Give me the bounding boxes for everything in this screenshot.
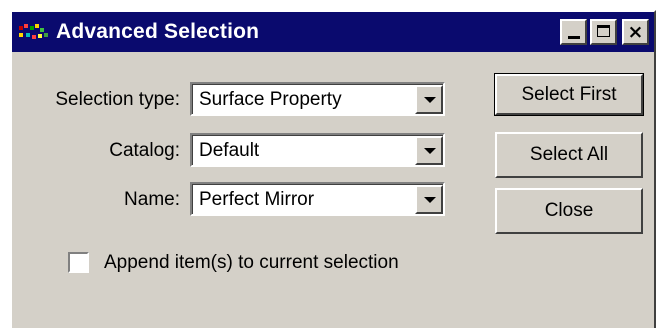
minimize-icon <box>568 36 580 39</box>
append-checkbox-label: Append item(s) to current selection <box>104 252 399 273</box>
advanced-selection-dialog: Advanced Selection × Selection type: Sur… <box>10 10 656 328</box>
app-icon <box>19 24 48 39</box>
name-value: Perfect Mirror <box>199 189 315 210</box>
close-window-button[interactable]: × <box>622 19 649 45</box>
title-bar[interactable]: Advanced Selection × <box>12 12 654 52</box>
catalog-select[interactable]: Default <box>190 133 445 167</box>
catalog-dropdown-button[interactable] <box>415 136 443 165</box>
window-title: Advanced Selection <box>56 20 260 43</box>
name-dropdown-button[interactable] <box>415 185 443 214</box>
selection-type-label: Selection type: <box>55 89 180 110</box>
close-button[interactable]: Close <box>495 188 643 234</box>
chevron-down-icon <box>424 148 436 154</box>
catalog-label: Catalog: <box>109 140 180 161</box>
select-first-button[interactable]: Select First <box>494 73 644 116</box>
maximize-icon <box>597 25 610 37</box>
name-select[interactable]: Perfect Mirror <box>190 182 445 216</box>
append-checkbox[interactable] <box>68 252 89 273</box>
chevron-down-icon <box>424 97 436 103</box>
chevron-down-icon <box>424 197 436 203</box>
selection-type-value: Surface Property <box>199 89 342 110</box>
select-all-button[interactable]: Select All <box>495 132 643 178</box>
name-label: Name: <box>124 189 180 210</box>
catalog-value: Default <box>199 140 260 161</box>
selection-type-select[interactable]: Surface Property <box>190 82 445 116</box>
maximize-button[interactable] <box>590 19 617 45</box>
minimize-button[interactable] <box>560 19 587 45</box>
close-icon: × <box>627 21 644 43</box>
selection-type-dropdown-button[interactable] <box>415 85 443 114</box>
